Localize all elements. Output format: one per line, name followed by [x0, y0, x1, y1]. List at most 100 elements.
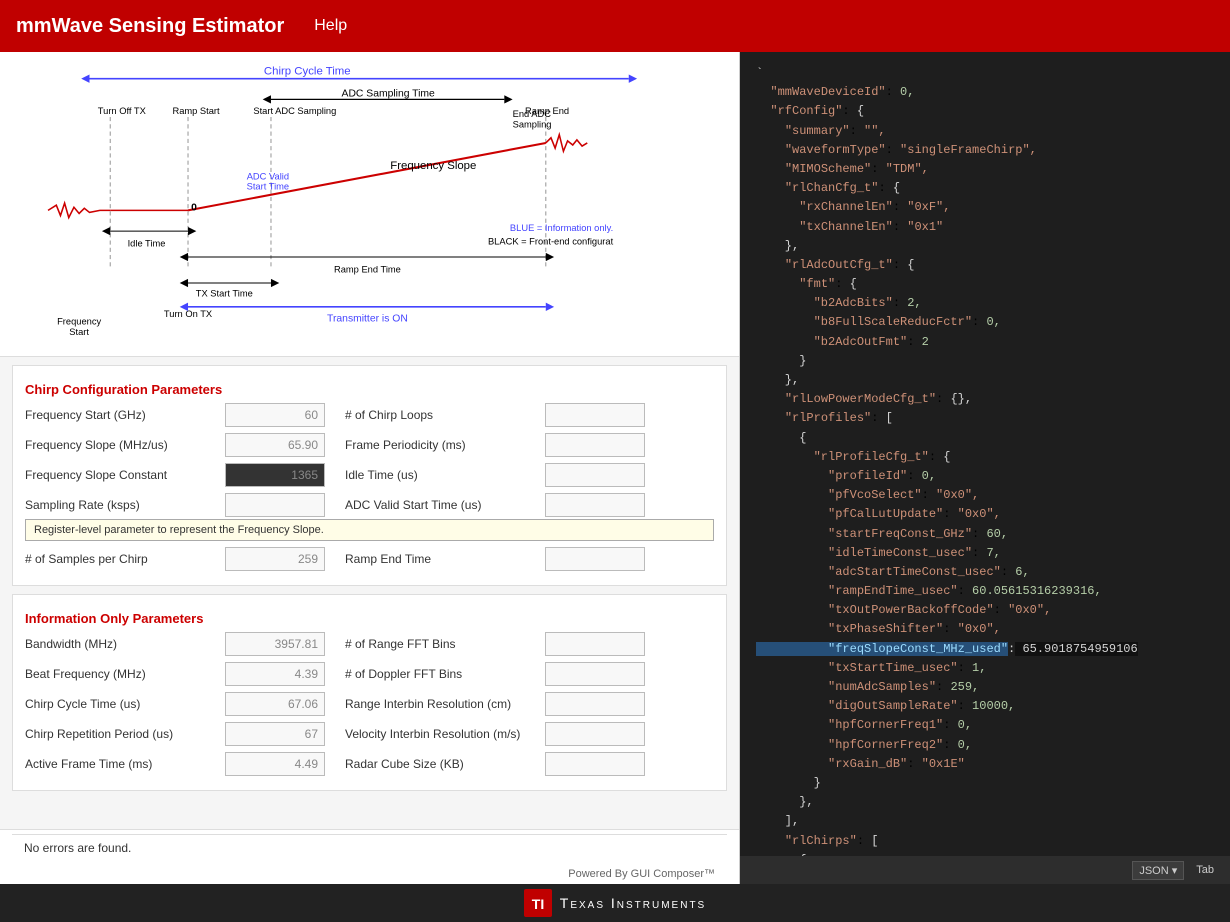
svg-text:Start ADC Sampling: Start ADC Sampling	[253, 106, 336, 116]
svg-text:TX Start Time: TX Start Time	[196, 288, 253, 298]
tab-item[interactable]: Tab	[1188, 862, 1222, 878]
samples-input[interactable]	[225, 547, 325, 571]
adc-valid-group: ADC Valid Start Time (us)	[345, 493, 714, 517]
footer-text: Texas Instruments	[560, 895, 706, 911]
help-button[interactable]: Help	[314, 17, 347, 35]
right-panel-tabs: JSON ▾ Tab	[740, 856, 1230, 884]
json-line: "rlProfiles": [	[756, 409, 1214, 428]
json-viewer[interactable]: ` "mmWaveDeviceId": 0, "rfConfig": { "su…	[740, 52, 1230, 856]
svg-text:ADC Sampling Time: ADC Sampling Time	[342, 88, 436, 99]
main-container: Chirp Cycle Time ADC Sampling Time Turn …	[0, 52, 1230, 884]
velocity-interbin-label: Velocity Interbin Resolution (m/s)	[345, 727, 545, 741]
freq-start-input[interactable]	[225, 403, 325, 427]
json-line: "b2AdcOutFmt": 2	[756, 333, 1214, 352]
bandwidth-input[interactable]	[225, 632, 325, 656]
active-frame-label: Active Frame Time (ms)	[25, 757, 225, 771]
svg-text:Turn On TX: Turn On TX	[164, 309, 213, 319]
sampling-rate-label: Sampling Rate (ksps)	[25, 498, 225, 512]
json-line: "rlLowPowerModeCfg_t": {},	[756, 390, 1214, 409]
json-tab[interactable]: JSON ▾	[1132, 861, 1184, 880]
range-interbin-label: Range Interbin Resolution (cm)	[345, 697, 545, 711]
idle-time-input[interactable]	[545, 463, 645, 487]
json-line: "rlAdcOutCfg_t": {	[756, 256, 1214, 275]
ti-logo-icon: TI	[524, 889, 552, 917]
app-header: mmWave Sensing Estimator Help	[0, 0, 1230, 52]
svg-text:Turn Off TX: Turn Off TX	[98, 106, 147, 116]
sampling-rate-input[interactable]	[225, 493, 325, 517]
freq-slope-const-label: Frequency Slope Constant	[25, 468, 225, 482]
json-line: "b2AdcBits": 2,	[756, 294, 1214, 313]
json-line: "startFreqConst_GHz": 60,	[756, 525, 1214, 544]
param-row-active-frame: Active Frame Time (ms) Radar Cube Size (…	[25, 752, 714, 776]
svg-text:BLACK = Front-end configurat: BLACK = Front-end configurat	[488, 237, 614, 247]
velocity-interbin-input[interactable]	[545, 722, 645, 746]
chirp-loops-input[interactable]	[545, 403, 645, 427]
chirp-cycle-input[interactable]	[225, 692, 325, 716]
svg-text:Sampling: Sampling	[513, 119, 552, 129]
beat-freq-label: Beat Frequency (MHz)	[25, 667, 225, 681]
diagram-area: Chirp Cycle Time ADC Sampling Time Turn …	[0, 52, 739, 357]
chirp-section-title: Chirp Configuration Parameters	[25, 382, 714, 397]
beat-freq-input[interactable]	[225, 662, 325, 686]
json-line: "fmt": {	[756, 275, 1214, 294]
freq-slope-input[interactable]	[225, 433, 325, 457]
json-line: "adcStartTimeConst_usec": 6,	[756, 563, 1214, 582]
doppler-fft-input[interactable]	[545, 662, 645, 686]
frame-period-input[interactable]	[545, 433, 645, 457]
chirp-diagram: Chirp Cycle Time ADC Sampling Time Turn …	[8, 60, 731, 340]
freq-slope-label: Frequency Slope (MHz/us)	[25, 438, 225, 452]
json-line: "mmWaveDeviceId": 0,	[756, 83, 1214, 102]
json-line: "rfConfig": {	[756, 102, 1214, 121]
frame-period-group: Frame Periodicity (ms)	[345, 433, 714, 457]
json-line: "pfVcoSelect": "0x0",	[756, 486, 1214, 505]
svg-text:Frequency Slope: Frequency Slope	[390, 160, 476, 172]
svg-text:TI: TI	[532, 896, 544, 912]
param-row-sampling: Sampling Rate (ksps) ADC Valid Start Tim…	[25, 493, 714, 517]
param-row-freq-slope: Frequency Slope (MHz/us) Frame Periodici…	[25, 433, 714, 457]
adc-valid-input[interactable]	[545, 493, 645, 517]
svg-text:0: 0	[191, 202, 197, 213]
ramp-end-input[interactable]	[545, 547, 645, 571]
chirp-loops-group: # of Chirp Loops	[345, 403, 714, 427]
json-line: "freqSlopeConst_MHz_used": 65.9018754959…	[756, 640, 1214, 659]
param-row-freq-slope-const: Frequency Slope Constant Idle Time (us)	[25, 463, 714, 487]
freq-slope-const-input[interactable]	[225, 463, 325, 487]
param-row-freq-start: Frequency Start (GHz) # of Chirp Loops	[25, 403, 714, 427]
json-line: `	[756, 64, 1214, 83]
svg-text:Idle Time: Idle Time	[128, 239, 166, 249]
radar-cube-label: Radar Cube Size (KB)	[345, 757, 545, 771]
json-line: "txPhaseShifter": "0x0",	[756, 620, 1214, 639]
json-line: "rlChanCfg_t": {	[756, 179, 1214, 198]
json-line: }	[756, 352, 1214, 371]
json-line: "hpfCornerFreq2": 0,	[756, 736, 1214, 755]
tooltip-row: Sampling Rate (ksps) ADC Valid Start Tim…	[25, 493, 714, 541]
json-line: "rampEndTime_usec": 60.05615316239316,	[756, 582, 1214, 601]
doppler-fft-label: # of Doppler FFT Bins	[345, 667, 545, 681]
app-footer: TI Texas Instruments	[0, 884, 1230, 922]
json-line: "profileId": 0,	[756, 467, 1214, 486]
chirp-rep-input[interactable]	[225, 722, 325, 746]
svg-text:Start: Start	[69, 327, 89, 337]
ramp-end-label: Ramp End Time	[345, 552, 545, 566]
range-fft-label: # of Range FFT Bins	[345, 637, 545, 651]
svg-text:ADC Valid: ADC Valid	[247, 171, 289, 181]
chirp-rep-label: Chirp Repetition Period (us)	[25, 727, 225, 741]
active-frame-input[interactable]	[225, 752, 325, 776]
json-line: "summary": "",	[756, 122, 1214, 141]
tooltip-box: Register-level parameter to represent th…	[25, 519, 714, 541]
radar-cube-group: Radar Cube Size (KB)	[345, 752, 714, 776]
bandwidth-label: Bandwidth (MHz)	[25, 637, 225, 651]
radar-cube-input[interactable]	[545, 752, 645, 776]
range-interbin-input[interactable]	[545, 692, 645, 716]
svg-text:BLUE = Information only.: BLUE = Information only.	[510, 223, 613, 233]
svg-text:Ramp End Time: Ramp End Time	[334, 265, 401, 275]
json-line: ],	[756, 812, 1214, 831]
svg-text:Frequency: Frequency	[57, 316, 101, 326]
range-fft-input[interactable]	[545, 632, 645, 656]
velocity-interbin-group: Velocity Interbin Resolution (m/s)	[345, 722, 714, 746]
json-line: },	[756, 793, 1214, 812]
svg-text:Transmitter is ON: Transmitter is ON	[327, 313, 408, 324]
samples-label: # of Samples per Chirp	[25, 552, 225, 566]
freq-start-label: Frequency Start (GHz)	[25, 408, 225, 422]
json-line: "rxGain_dB": "0x1E"	[756, 755, 1214, 774]
